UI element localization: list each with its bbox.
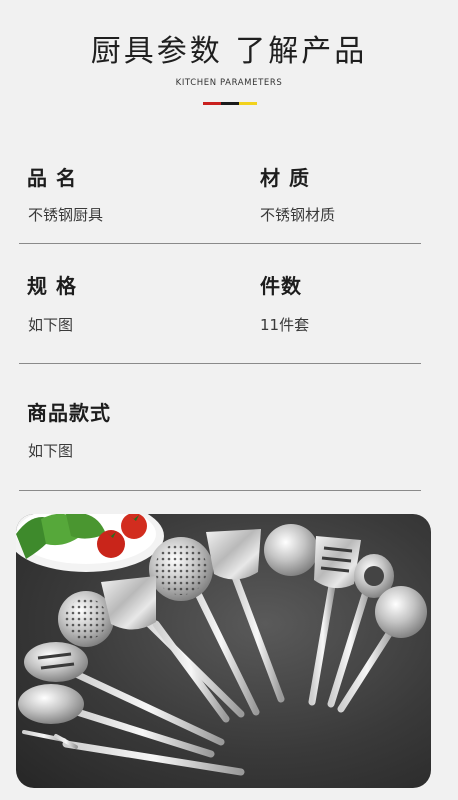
- page-title: 厨具参数 了解产品: [90, 34, 368, 69]
- accent-bar: [203, 102, 257, 105]
- stainless-kitchen-utensil-set-photo: [16, 514, 431, 788]
- param-value-name: 不锈钢厨具: [28, 206, 104, 224]
- param-value-material: 不锈钢材质: [260, 206, 336, 224]
- divider: [19, 363, 421, 364]
- accent-yellow: [239, 102, 257, 105]
- param-value-spec: 如下图: [28, 316, 74, 334]
- divider: [19, 490, 421, 491]
- accent-black: [221, 102, 239, 105]
- param-label-spec: 规 格: [27, 274, 77, 298]
- param-label-material: 材 质: [260, 166, 310, 190]
- param-label-count: 件数: [260, 274, 302, 298]
- param-value-count: 11件套: [260, 316, 310, 334]
- divider: [19, 243, 421, 244]
- param-label-style: 商品款式: [27, 401, 111, 425]
- accent-red: [203, 102, 221, 105]
- plate-with-vegetables: [16, 514, 164, 572]
- param-value-style: 如下图: [28, 442, 74, 460]
- page-subtitle: KITCHEN PARAMETERS: [175, 78, 283, 88]
- param-label-name: 品 名: [27, 166, 77, 190]
